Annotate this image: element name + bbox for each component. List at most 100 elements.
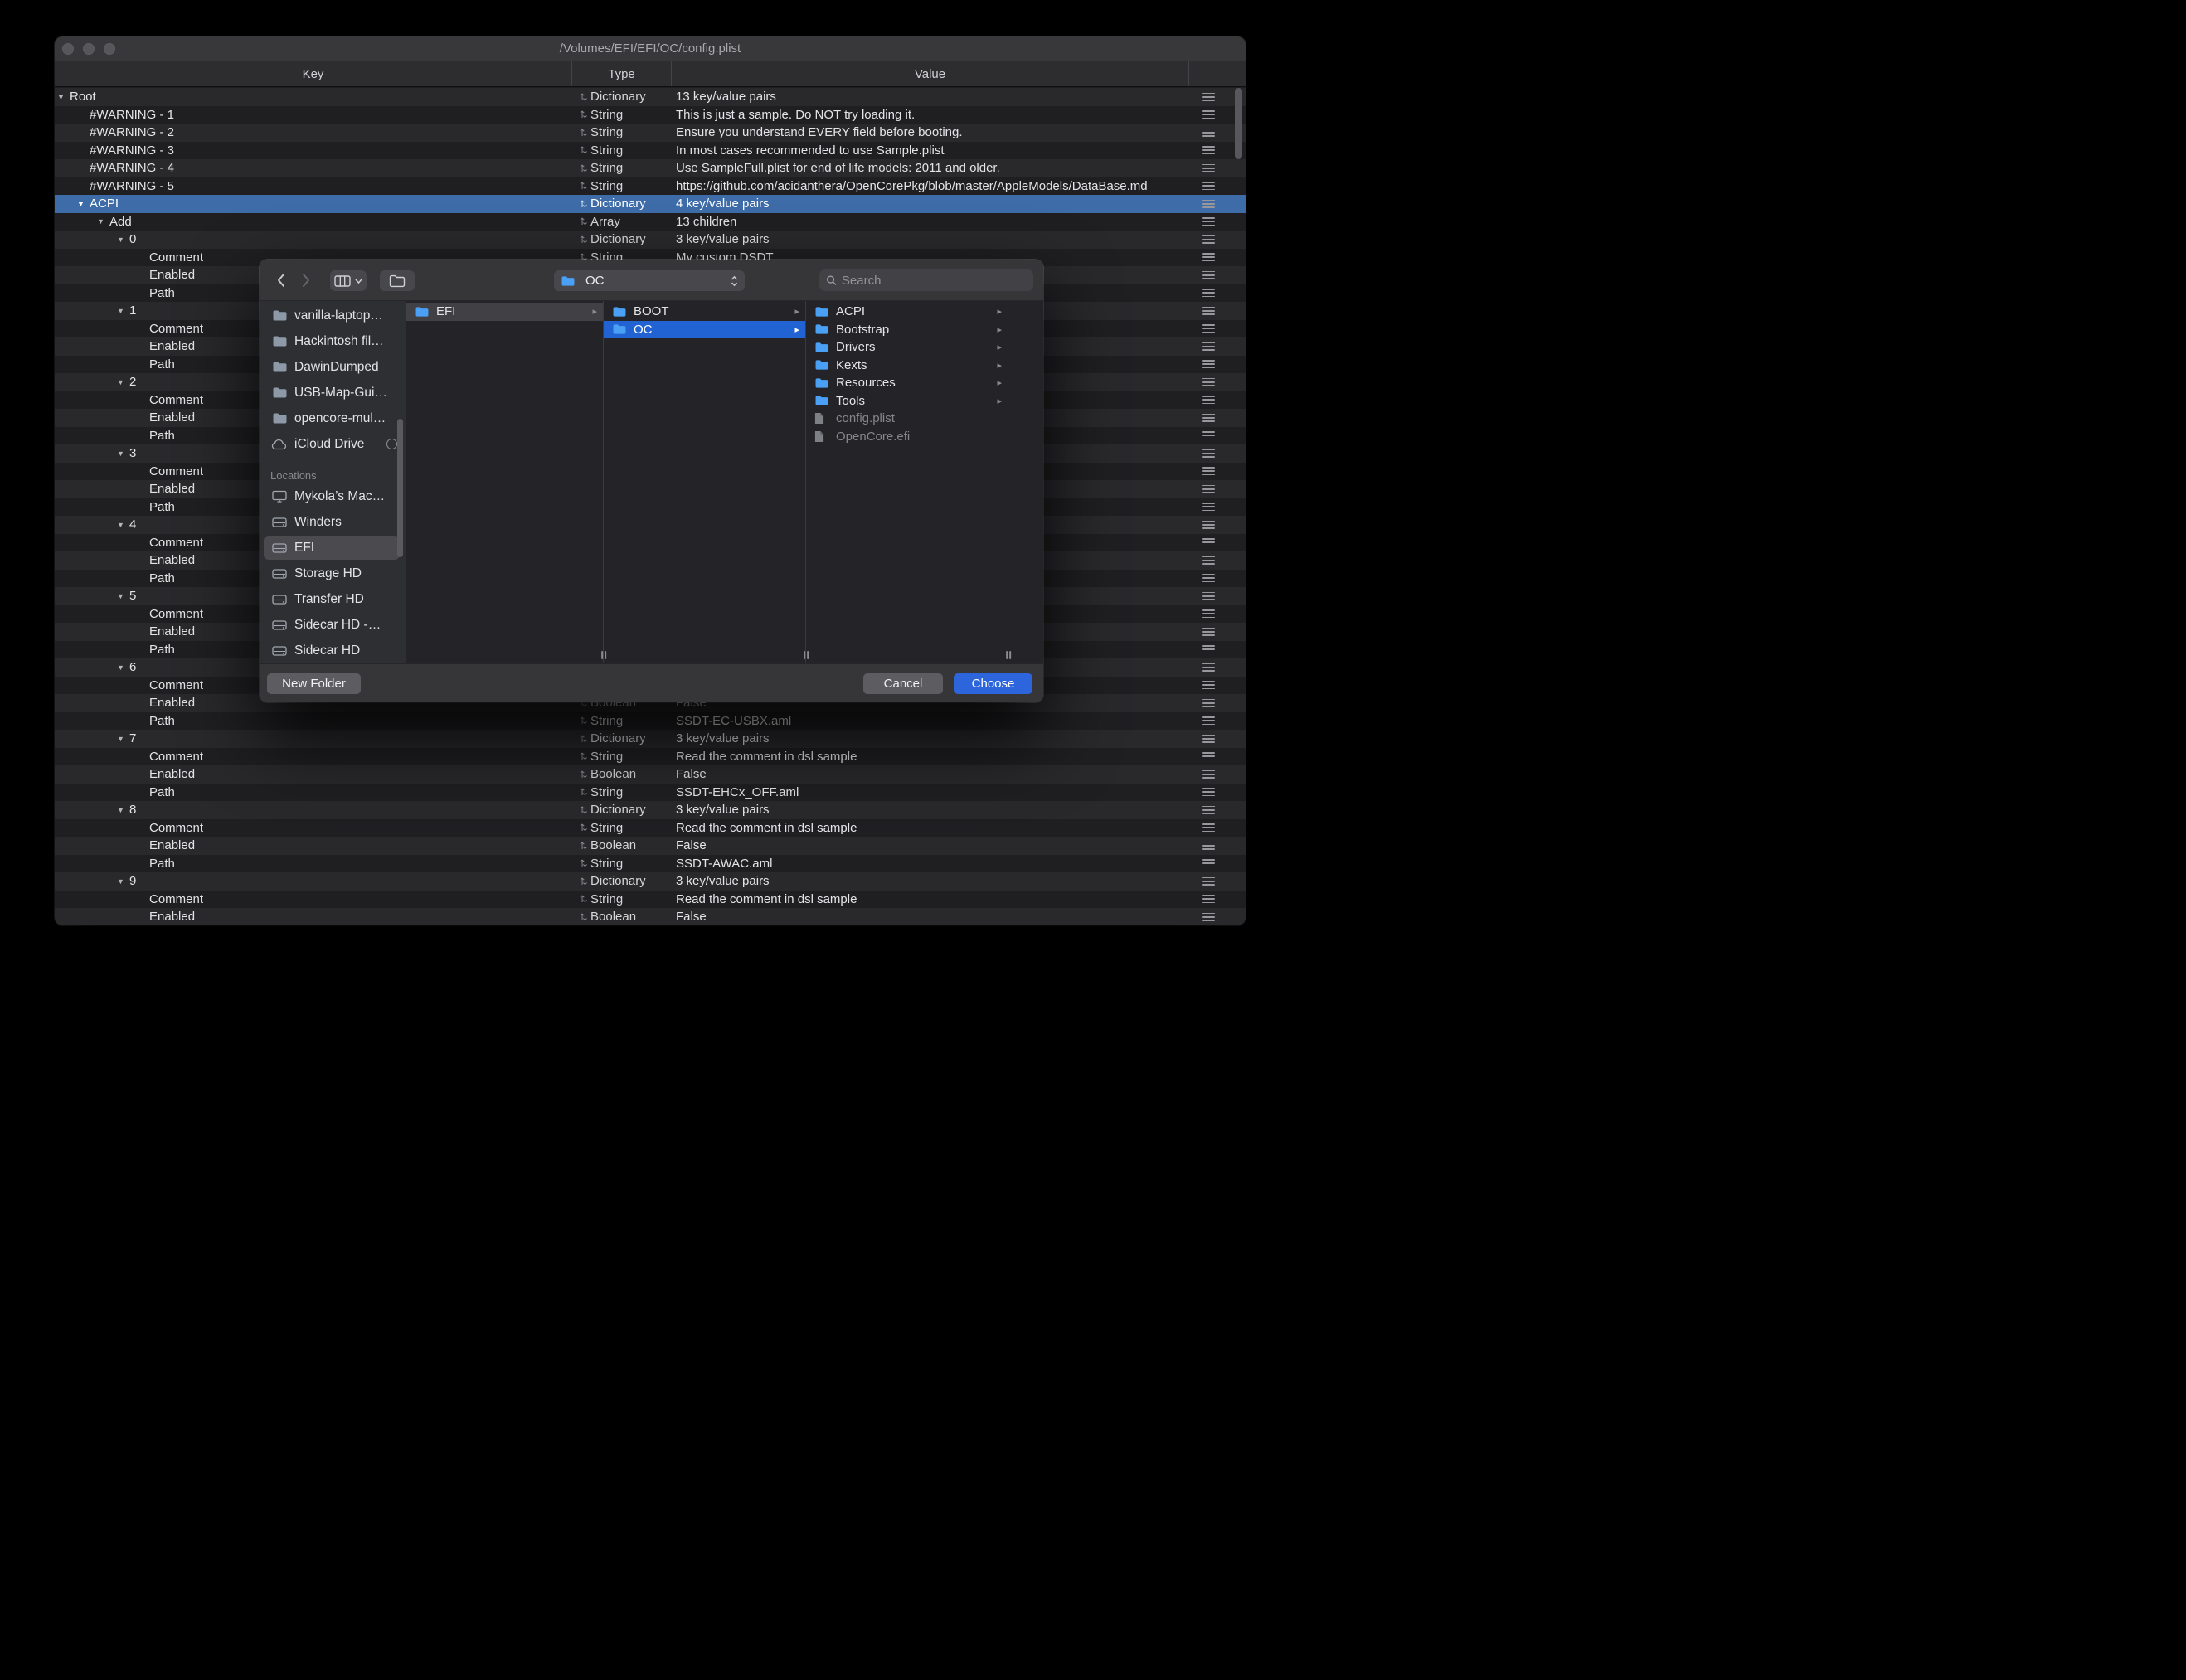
table-row[interactable]: Enabled ⇅ Boolean False	[55, 765, 1246, 784]
row-menu-icon[interactable]	[1202, 271, 1215, 279]
row-menu-icon[interactable]	[1202, 859, 1215, 867]
back-button[interactable]	[270, 270, 291, 290]
disclosure-triangle-icon[interactable]: ▼	[116, 877, 129, 886]
row-menu-icon[interactable]	[1202, 110, 1215, 119]
row-menu-icon[interactable]	[1202, 574, 1215, 582]
table-row[interactable]: #WARNING - 3 ⇅ String In most cases reco…	[55, 142, 1246, 160]
row-menu-icon[interactable]	[1202, 307, 1215, 315]
row-menu-icon[interactable]	[1202, 182, 1215, 190]
type-stepper-icon[interactable]: ⇅	[580, 786, 590, 798]
column-header-key[interactable]: Key	[55, 61, 572, 86]
table-row[interactable]: Path ⇅ String SSDT-EC-USBX.aml	[55, 712, 1246, 731]
sidebar-item-storage-hd[interactable]: Storage HD	[260, 561, 406, 586]
row-menu-icon[interactable]	[1202, 467, 1215, 475]
table-row[interactable]: ▼ ACPI ⇅ Dictionary 4 key/value pairs	[55, 195, 1246, 213]
cancel-button[interactable]: Cancel	[863, 673, 943, 694]
new-folder-button[interactable]: New Folder	[267, 673, 361, 694]
column-resize-handle[interactable]	[804, 651, 809, 659]
row-menu-icon[interactable]	[1202, 93, 1215, 101]
type-stepper-icon[interactable]: ⇅	[580, 715, 590, 726]
type-stepper-icon[interactable]: ⇅	[580, 876, 590, 887]
sidebar-item-winders[interactable]: Winders	[260, 509, 406, 535]
table-row[interactable]: Comment ⇅ String Read the comment in dsl…	[55, 891, 1246, 909]
type-stepper-icon[interactable]: ⇅	[580, 857, 590, 869]
sidebar-item-icloud-drive[interactable]: iCloud Drive	[260, 431, 406, 457]
titlebar[interactable]: /Volumes/EFI/EFI/OC/config.plist	[55, 36, 1246, 61]
table-row[interactable]: #WARNING - 2 ⇅ String Ensure you underst…	[55, 124, 1246, 142]
sidebar-item-sidecar-hd[interactable]: Sidecar HD	[260, 638, 406, 663]
row-menu-icon[interactable]	[1202, 681, 1215, 689]
disclosure-triangle-icon[interactable]: ▼	[116, 521, 129, 529]
type-stepper-icon[interactable]: ⇅	[580, 822, 590, 833]
zoom-button[interactable]	[104, 43, 115, 55]
type-stepper-icon[interactable]: ⇅	[580, 180, 590, 192]
row-menu-icon[interactable]	[1202, 592, 1215, 600]
row-menu-icon[interactable]	[1202, 699, 1215, 707]
row-menu-icon[interactable]	[1202, 895, 1215, 903]
row-menu-icon[interactable]	[1202, 556, 1215, 565]
row-menu-icon[interactable]	[1202, 449, 1215, 458]
sidebar-item-usb-map-gui-[interactable]: USB-Map-Gui…	[260, 380, 406, 405]
type-stepper-icon[interactable]: ⇅	[580, 750, 590, 762]
folder-action-button[interactable]	[380, 270, 415, 291]
table-row[interactable]: #WARNING - 4 ⇅ String Use SampleFull.pli…	[55, 159, 1246, 177]
disclosure-triangle-icon[interactable]: ▼	[116, 592, 129, 600]
row-menu-icon[interactable]	[1202, 485, 1215, 493]
browser-item-drivers[interactable]: Drivers ▸	[806, 338, 1008, 357]
type-stepper-icon[interactable]: ⇅	[580, 893, 590, 905]
browser-item-bootstrap[interactable]: Bootstrap ▸	[806, 321, 1008, 339]
sidebar-item-efi[interactable]: EFI	[260, 535, 406, 561]
disclosure-triangle-icon[interactable]: ▼	[116, 307, 129, 315]
type-stepper-icon[interactable]: ⇅	[580, 109, 590, 120]
row-menu-icon[interactable]	[1202, 378, 1215, 386]
disclosure-triangle-icon[interactable]: ▼	[56, 93, 70, 101]
table-row[interactable]: ▼ 8 ⇅ Dictionary 3 key/value pairs	[55, 801, 1246, 819]
row-menu-icon[interactable]	[1202, 877, 1215, 886]
type-stepper-icon[interactable]: ⇅	[580, 127, 590, 138]
type-stepper-icon[interactable]: ⇅	[580, 804, 590, 816]
column-header-type[interactable]: Type	[572, 61, 672, 86]
type-stepper-icon[interactable]: ⇅	[580, 769, 590, 780]
browser-item-tools[interactable]: Tools ▸	[806, 392, 1008, 410]
disclosure-triangle-icon[interactable]: ▼	[116, 735, 129, 743]
sidebar-item-opencore-mul-[interactable]: opencore-mul…	[260, 405, 406, 431]
row-menu-icon[interactable]	[1202, 146, 1215, 154]
row-menu-icon[interactable]	[1202, 842, 1215, 850]
row-menu-icon[interactable]	[1202, 538, 1215, 546]
table-row[interactable]: ▼ 0 ⇅ Dictionary 3 key/value pairs	[55, 231, 1246, 249]
row-menu-icon[interactable]	[1202, 823, 1215, 832]
row-menu-icon[interactable]	[1202, 752, 1215, 760]
table-row[interactable]: Path ⇅ String SSDT-AWAC.aml	[55, 855, 1246, 873]
table-row[interactable]: #WARNING - 1 ⇅ String This is just a sam…	[55, 106, 1246, 124]
sidebar-item-vanilla-laptop-[interactable]: vanilla-laptop…	[260, 303, 406, 328]
row-menu-icon[interactable]	[1202, 503, 1215, 511]
browser-item-kexts[interactable]: Kexts ▸	[806, 357, 1008, 375]
column-header-value[interactable]: Value	[672, 61, 1189, 86]
disclosure-triangle-icon[interactable]: ▼	[96, 217, 109, 226]
table-row[interactable]: #WARNING - 5 ⇅ String https://github.com…	[55, 177, 1246, 196]
forward-button[interactable]	[295, 270, 317, 290]
table-row[interactable]: Enabled ⇅ Boolean False	[55, 908, 1246, 925]
type-stepper-icon[interactable]: ⇅	[580, 144, 590, 156]
type-stepper-icon[interactable]: ⇅	[580, 163, 590, 174]
row-menu-icon[interactable]	[1202, 289, 1215, 297]
table-row[interactable]: ▼ Root ⇅ Dictionary 13 key/value pairs	[55, 88, 1246, 106]
table-row[interactable]: ▼ 9 ⇅ Dictionary 3 key/value pairs	[55, 872, 1246, 891]
row-menu-icon[interactable]	[1202, 360, 1215, 368]
type-stepper-icon[interactable]: ⇅	[580, 91, 590, 103]
table-row[interactable]: ▼ 7 ⇅ Dictionary 3 key/value pairs	[55, 730, 1246, 748]
sidebar-item-mykola-s-mac-[interactable]: Mykola’s Mac…	[260, 483, 406, 509]
row-menu-icon[interactable]	[1202, 324, 1215, 333]
type-stepper-icon[interactable]: ⇅	[580, 216, 590, 227]
browser-item-oc[interactable]: OC ▸	[604, 321, 805, 339]
row-menu-icon[interactable]	[1202, 235, 1215, 244]
row-menu-icon[interactable]	[1202, 628, 1215, 636]
browser-item-config-plist[interactable]: config.plist	[806, 410, 1008, 428]
sidebar-scrollbar[interactable]	[397, 419, 403, 557]
row-menu-icon[interactable]	[1202, 200, 1215, 208]
row-menu-icon[interactable]	[1202, 788, 1215, 796]
column-resize-handle[interactable]	[1006, 651, 1011, 659]
row-menu-icon[interactable]	[1202, 253, 1215, 261]
row-menu-icon[interactable]	[1202, 521, 1215, 529]
table-row[interactable]: Comment ⇅ String Read the comment in dsl…	[55, 748, 1246, 766]
